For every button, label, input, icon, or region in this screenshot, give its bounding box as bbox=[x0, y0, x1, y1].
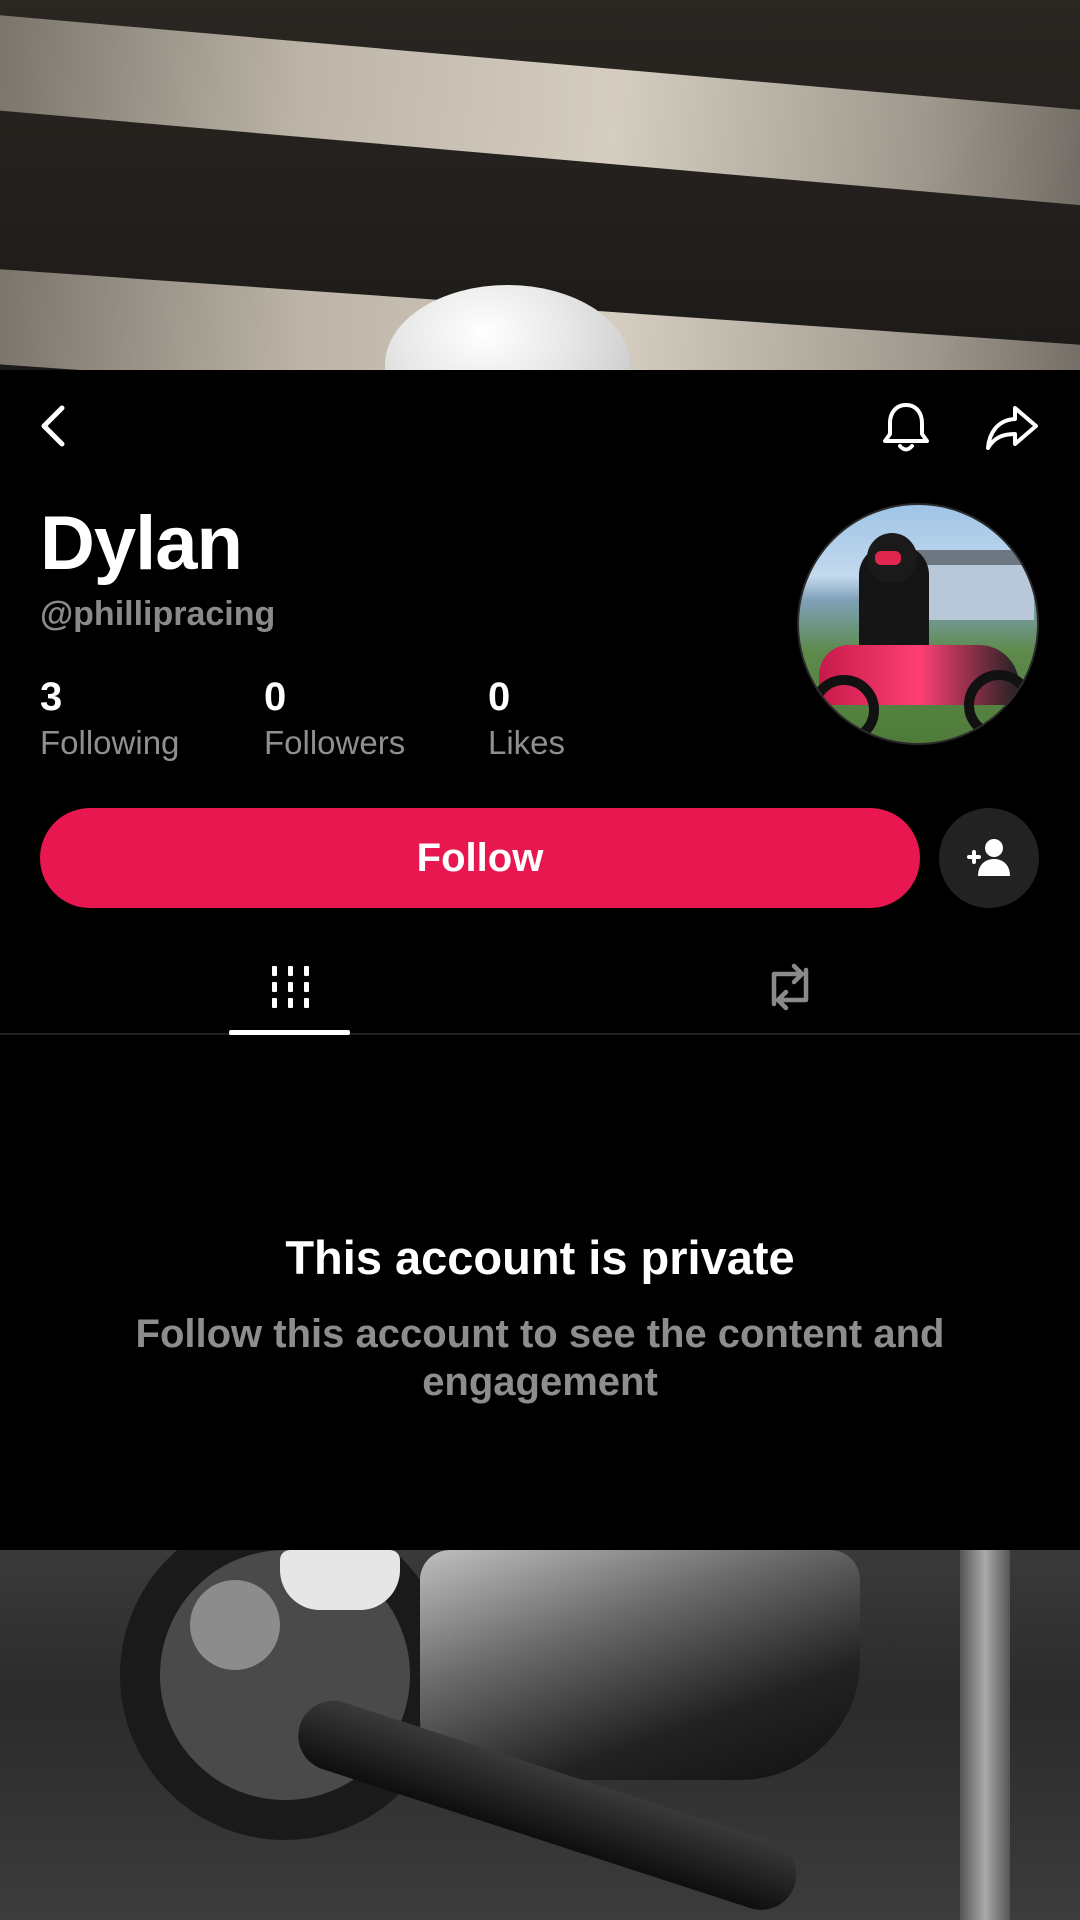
background-tyre bbox=[120, 1550, 450, 1840]
avatar-wheel bbox=[809, 675, 879, 743]
repost-icon bbox=[771, 963, 809, 1010]
background-video-top bbox=[0, 0, 1080, 370]
avatar-wheel bbox=[964, 670, 1034, 740]
background-engine bbox=[420, 1550, 860, 1780]
share-arrow-icon bbox=[986, 406, 1038, 450]
username: @phillipracing bbox=[40, 595, 276, 633]
notifications-button[interactable] bbox=[878, 400, 934, 456]
bell-icon bbox=[883, 403, 929, 452]
tab-reposts[interactable] bbox=[730, 940, 850, 1033]
follow-button[interactable]: Follow bbox=[40, 808, 920, 908]
background-stripe bbox=[0, 10, 1080, 213]
avatar[interactable] bbox=[797, 503, 1039, 745]
profile-stats: 3 Following 0 Followers 0 Likes bbox=[40, 675, 712, 765]
content-tabs bbox=[0, 940, 1080, 1035]
stat-label: Followers bbox=[264, 724, 406, 761]
avatar-visor bbox=[875, 551, 901, 565]
chevron-left-icon bbox=[41, 405, 65, 447]
active-tab-indicator bbox=[229, 1030, 350, 1035]
tab-videos[interactable] bbox=[229, 940, 350, 1033]
stat-label: Likes bbox=[488, 724, 566, 761]
stat-label: Following bbox=[40, 724, 180, 761]
display-name: Dylan bbox=[40, 501, 243, 586]
stat-value: 0 bbox=[264, 675, 287, 719]
profile-panel: Dylan @phillipracing 3 Following 0 Follo… bbox=[0, 370, 1080, 1550]
add-friend-button[interactable] bbox=[939, 808, 1039, 908]
stat-followers[interactable]: 0 Followers bbox=[264, 675, 488, 765]
background-video-bottom bbox=[0, 1550, 1080, 1920]
stat-value: 3 bbox=[40, 675, 63, 719]
top-bar bbox=[0, 370, 1080, 480]
add-person-icon bbox=[967, 839, 1010, 876]
stat-likes: 0 Likes bbox=[488, 675, 712, 765]
grid-icon bbox=[271, 965, 309, 1008]
private-account-title: This account is private bbox=[285, 1231, 795, 1284]
background-shoe bbox=[280, 1550, 400, 1610]
background-fork bbox=[960, 1550, 1010, 1920]
stat-following[interactable]: 3 Following bbox=[40, 675, 264, 765]
stat-value: 0 bbox=[488, 675, 511, 719]
private-account-message: Follow this account to see the content a… bbox=[135, 1312, 945, 1404]
background-brake-disc bbox=[190, 1580, 280, 1670]
share-button[interactable] bbox=[982, 400, 1042, 456]
back-button[interactable] bbox=[28, 400, 80, 452]
